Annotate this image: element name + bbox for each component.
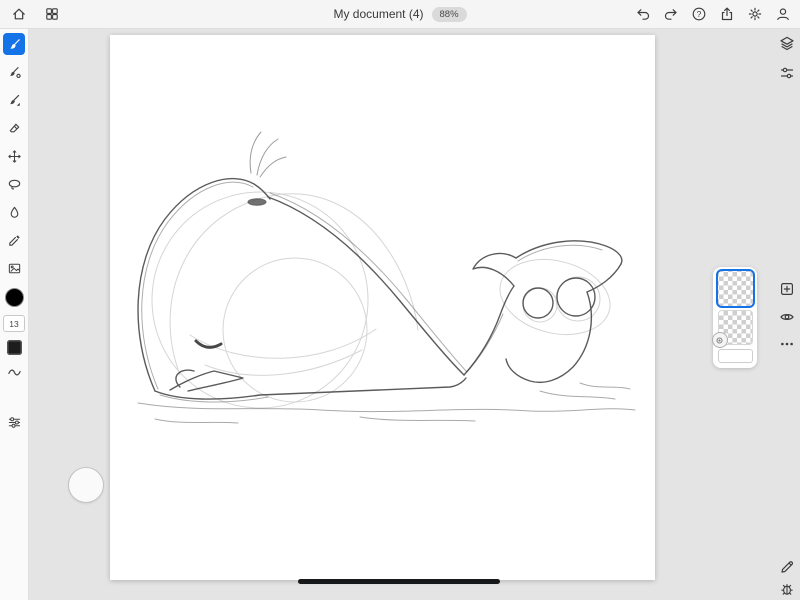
layer-thumbnail-1[interactable] [718,271,753,306]
help-icon[interactable]: ? [687,3,710,26]
layer-visibility-icon[interactable] [775,305,798,328]
eyedropper-icon[interactable] [3,229,25,251]
layers-icon[interactable] [775,31,798,54]
secondary-color-swatch[interactable] [7,340,22,355]
move-icon[interactable] [3,145,25,167]
more-options-icon[interactable] [775,332,798,355]
home-indicator[interactable] [298,579,500,584]
gallery-icon[interactable] [40,3,63,26]
brush-settings-icon[interactable] [3,411,25,433]
vector-brush-icon[interactable] [3,89,25,111]
debug-icon[interactable] [775,577,798,600]
properties-icon[interactable] [775,61,798,84]
layers-panel [713,267,757,368]
tool-bar: 13 [0,28,29,600]
brush-size-box[interactable]: 13 [3,315,25,332]
topbar-left-group [0,3,63,26]
share-icon[interactable] [715,3,738,26]
layer-badge-icon [712,332,728,348]
smoothing-icon[interactable] [3,361,25,383]
touch-shortcut-button[interactable] [68,467,104,503]
undo-icon[interactable] [631,3,654,26]
pixel-brush-icon[interactable] [3,33,25,55]
add-layer-icon[interactable] [775,277,798,300]
pencil-icon[interactable] [775,555,798,578]
canvas-artboard[interactable] [110,35,655,580]
document-title: My document (4) [333,7,423,21]
eraser-icon[interactable] [3,117,25,139]
fill-icon[interactable] [3,201,25,223]
color-swatch[interactable] [5,288,24,307]
workspace [28,28,800,600]
layer-thumbnail-2[interactable] [718,310,753,345]
account-icon[interactable] [771,3,794,26]
place-image-icon[interactable] [3,257,25,279]
redo-icon[interactable] [659,3,682,26]
svg-text:?: ? [696,9,701,19]
lasso-icon[interactable] [3,173,25,195]
background-layer-thumbnail[interactable] [718,349,753,363]
live-brush-icon[interactable] [3,61,25,83]
zoom-level-badge[interactable]: 88% [432,7,467,22]
home-icon[interactable] [7,3,30,26]
whale-sketch [110,35,655,580]
top-bar: My document (4) 88% ? [0,0,800,29]
topbar-right-group: ? [631,3,800,26]
settings-icon[interactable] [743,3,766,26]
